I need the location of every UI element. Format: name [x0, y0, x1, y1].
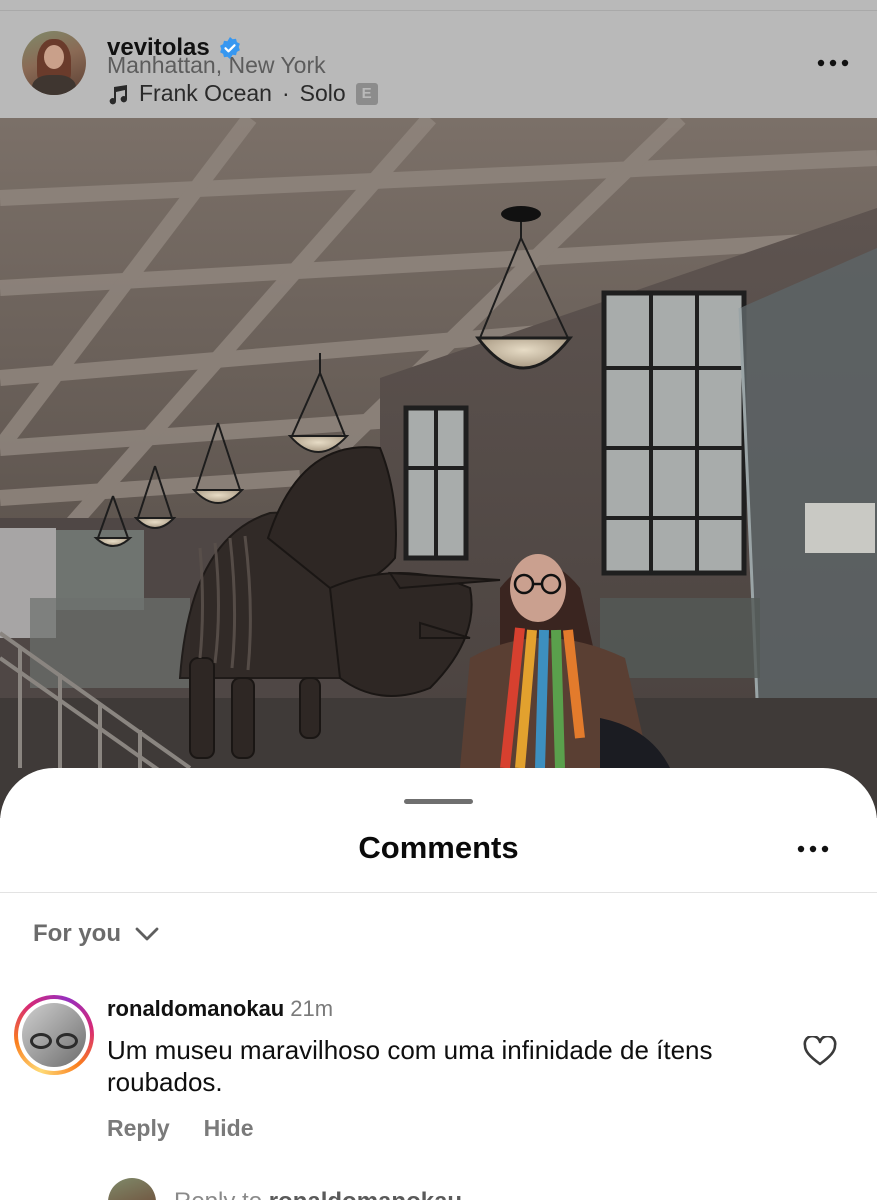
commenter-username[interactable]: ronaldomanokau — [107, 996, 284, 1021]
music-note-icon — [109, 84, 128, 104]
music-attribution[interactable]: Frank Ocean · Solo E — [107, 80, 378, 107]
music-artist: Frank Ocean — [139, 80, 272, 106]
comment-sort-dropdown[interactable]: For you — [33, 920, 159, 948]
hide-button[interactable]: Hide — [204, 1115, 254, 1142]
sort-label: For you — [33, 920, 121, 947]
reply-prompt-prefix: Reply to — [174, 1188, 262, 1200]
comment-actions: Reply Hide — [107, 1115, 253, 1142]
music-track: Solo — [299, 80, 346, 106]
author-avatar[interactable] — [22, 31, 86, 95]
explicit-badge: E — [355, 82, 378, 105]
music-separator: · — [281, 80, 290, 106]
comment-time: 21m — [290, 996, 334, 1021]
reply-button[interactable]: Reply — [107, 1115, 170, 1142]
post-photo[interactable] — [0, 118, 877, 818]
status-divider — [0, 10, 877, 11]
comments-sheet: Comments For you ronaldomanokau 21m Um mu… — [0, 768, 877, 1200]
comment-header: ronaldomanokau 21m — [107, 996, 333, 1022]
sheet-divider — [0, 892, 877, 893]
reply-composer[interactable]: Reply to ronaldomanokau — [108, 1178, 462, 1200]
sheet-drag-handle[interactable] — [404, 799, 473, 804]
chevron-down-icon — [135, 927, 159, 941]
museum-photo-illustration — [0, 118, 877, 818]
post-header: Manhattan, New York vevitolas Frank Ocea… — [0, 0, 877, 118]
commenter-avatar[interactable] — [14, 995, 94, 1075]
author-username[interactable]: vevitolas — [107, 34, 210, 62]
author-row: vevitolas — [107, 34, 242, 62]
reply-placeholder: Reply to ronaldomanokau — [174, 1188, 462, 1200]
reply-prompt-handle: ronaldomanokau — [269, 1188, 462, 1200]
sheet-title: Comments — [358, 830, 519, 865]
heart-icon[interactable] — [803, 1036, 837, 1066]
more-options-icon[interactable] — [796, 844, 830, 854]
more-options-icon[interactable] — [816, 58, 850, 68]
comment-text: Um museu maravilhoso com uma infinidade … — [107, 1035, 713, 1097]
own-avatar — [108, 1178, 156, 1200]
verified-badge-icon — [219, 37, 240, 59]
